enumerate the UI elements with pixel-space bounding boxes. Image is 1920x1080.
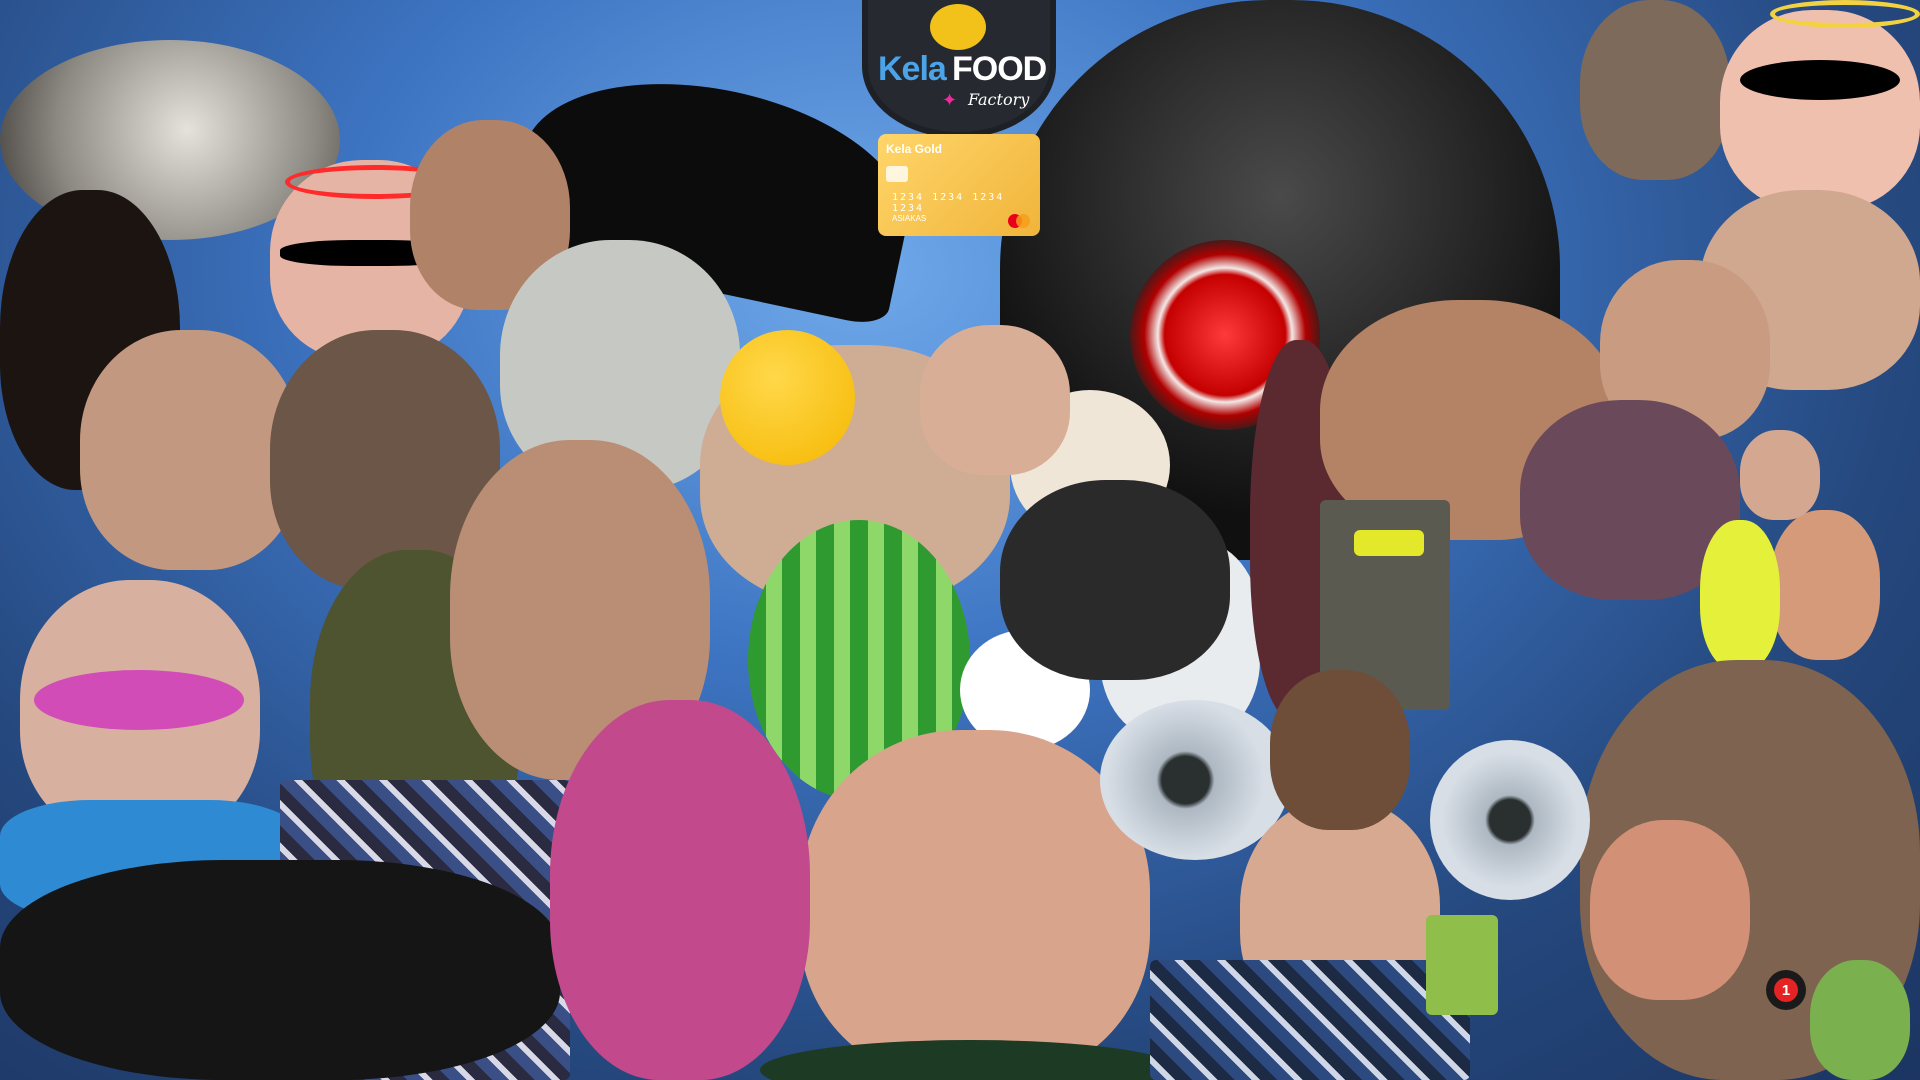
halo-top-right — [1770, 0, 1920, 28]
card-number: 1234 1234 1234 1234 — [892, 192, 1005, 214]
face-small-right — [1740, 430, 1820, 520]
safety-vest-figure — [1700, 520, 1780, 670]
parrot-cartoon — [1810, 960, 1910, 1080]
face-crying-man — [1590, 820, 1750, 1000]
face-screaming-man — [1270, 670, 1410, 830]
plaid-shirt-bottom — [1150, 960, 1470, 1080]
face-glasses-man — [920, 325, 1070, 475]
awkward-emoji — [720, 330, 855, 465]
card-chip-icon — [886, 166, 908, 182]
logo-text-kela: Kela — [878, 50, 947, 88]
notification-count: 1 — [1774, 978, 1798, 1002]
pink-sunglasses — [34, 670, 244, 730]
lying-man — [0, 860, 560, 1080]
face-sleeping-on-toilet — [1000, 480, 1230, 680]
castle-icon — [930, 4, 986, 50]
logo-text-food: FOOD — [952, 50, 1047, 88]
sunglasses-top-right — [1740, 60, 1900, 100]
pink-hoodie-figure — [550, 700, 810, 1080]
face-bald-man — [1770, 510, 1880, 660]
notification-badge[interactable]: 1 — [1766, 970, 1806, 1010]
kelafood-logo: Kela FOOD ✦ Factory — [868, 0, 1050, 132]
face-man-left — [80, 330, 300, 570]
card-holder: ASIAKAS — [892, 214, 927, 223]
meme-collage: Kela FOOD ✦ Factory Kela Gold 1234 1234 … — [0, 0, 1920, 1080]
face-halo-top-right — [1720, 10, 1920, 210]
food-icon: ✦ — [942, 90, 958, 110]
mastercard-icon — [1008, 214, 1030, 228]
eyeball-blob-right — [1430, 740, 1590, 900]
face-bald-selfie — [800, 730, 1150, 1080]
logo-tagline: Factory — [968, 90, 1030, 109]
bomb-display — [1354, 530, 1424, 556]
penguin-card — [1426, 915, 1498, 1015]
card-brand: Kela Gold — [886, 142, 943, 156]
raccoon-cartoon — [1580, 0, 1730, 180]
kela-gold-card: Kela Gold 1234 1234 1234 1234 ASIAKAS — [878, 134, 1040, 236]
